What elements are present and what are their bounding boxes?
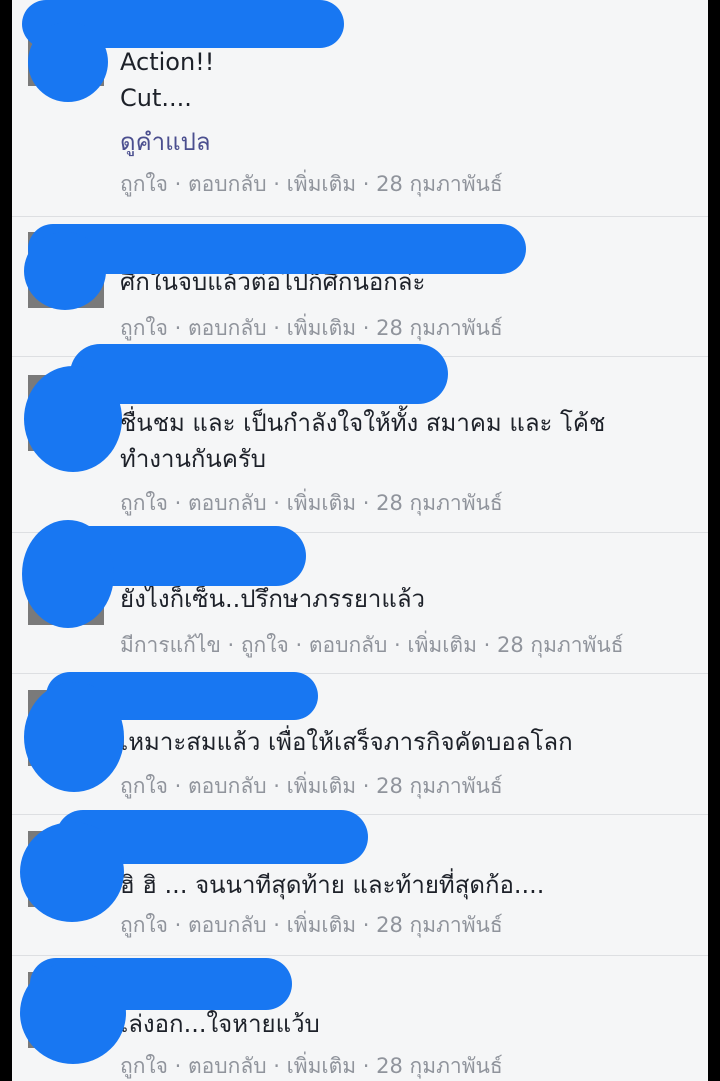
- separator: ·: [266, 316, 287, 340]
- separator: ·: [266, 1054, 287, 1078]
- like-link[interactable]: ถูกใจ: [120, 491, 168, 515]
- separator: ·: [356, 316, 377, 340]
- like-link[interactable]: ถูกใจ: [241, 633, 289, 657]
- more-link[interactable]: เพิ่มเติม: [287, 491, 357, 515]
- more-link[interactable]: เพิ่มเติม: [287, 774, 357, 798]
- redaction-mark: [24, 366, 122, 472]
- more-link[interactable]: เพิ่มเติม: [287, 316, 357, 340]
- more-link[interactable]: เพิ่มเติม: [407, 633, 477, 657]
- reply-link[interactable]: ตอบกลับ: [188, 774, 267, 798]
- edited-link[interactable]: มีการแก้ไข: [120, 633, 221, 657]
- like-link[interactable]: ถูกใจ: [120, 913, 168, 937]
- separator: ·: [168, 491, 189, 515]
- like-link[interactable]: ถูกใจ: [120, 316, 168, 340]
- redaction-mark: [24, 682, 124, 792]
- comment-text-line: ทำงานกันครับ: [120, 445, 267, 473]
- separator: ·: [387, 633, 408, 657]
- comment-actions: ถูกใจ · ตอบกลับ · เพิ่มเติม · 28 กุมภาพั…: [120, 909, 503, 942]
- like-link[interactable]: ถูกใจ: [120, 172, 168, 196]
- separator: ·: [266, 491, 287, 515]
- separator: ·: [168, 316, 189, 340]
- reply-link[interactable]: ตอบกลับ: [188, 1054, 267, 1078]
- comment-actions: มีการแก้ไข · ถูกใจ · ตอบกลับ · เพิ่มเติม…: [120, 629, 624, 662]
- separator: ·: [168, 774, 189, 798]
- comment-actions: ถูกใจ · ตอบกลับ · เพิ่มเติม · 28 กุมภาพั…: [120, 312, 503, 345]
- comment-text-line: Action!!: [120, 48, 215, 76]
- separator: ·: [476, 633, 497, 657]
- separator: ·: [220, 633, 241, 657]
- separator: ·: [168, 913, 189, 937]
- reply-link[interactable]: ตอบกลับ: [309, 633, 388, 657]
- comment-text-line: เหมาะสมแล้ว เพื่อให้เสร็จภารกิจคัดบอลโลก: [120, 728, 573, 756]
- comment-actions: ถูกใจ · ตอบกลับ · เพิ่มเติม · 28 กุมภาพั…: [120, 1050, 503, 1081]
- reply-link[interactable]: ตอบกลับ: [188, 913, 267, 937]
- timestamp-link[interactable]: 28 กุมภาพันธ์: [376, 1054, 503, 1078]
- separator: ·: [356, 1054, 377, 1078]
- separator: ·: [356, 172, 377, 196]
- like-link[interactable]: ถูกใจ: [120, 1054, 168, 1078]
- comment-actions: ถูกใจ · ตอบกลับ · เพิ่มเติม · 28 กุมภาพั…: [120, 168, 503, 201]
- redaction-mark: [24, 232, 106, 310]
- timestamp-link[interactable]: 28 กุมภาพันธ์: [497, 633, 624, 657]
- comment-text-line: ยังไงก็เซ็น..ปรึกษาภรรยาแล้ว: [120, 585, 426, 613]
- separator: ·: [356, 491, 377, 515]
- comment-actions: ถูกใจ · ตอบกลับ · เพิ่มเติม · 28 กุมภาพั…: [120, 487, 503, 520]
- timestamp-link[interactable]: 28 กุมภาพันธ์: [376, 491, 503, 515]
- comment-actions: ถูกใจ · ตอบกลับ · เพิ่มเติม · 28 กุมภาพั…: [120, 770, 503, 803]
- timestamp-link[interactable]: 28 กุมภาพันธ์: [376, 172, 503, 196]
- more-link[interactable]: เพิ่มเติม: [287, 913, 357, 937]
- redaction-mark: [22, 520, 114, 628]
- separator: ·: [266, 172, 287, 196]
- reply-link[interactable]: ตอบกลับ: [188, 316, 267, 340]
- redaction-mark: [70, 344, 448, 404]
- timestamp-link[interactable]: 28 กุมภาพันธ์: [376, 913, 503, 937]
- comment-text-line: เล่งอก...ใจหายแว้บ: [120, 1010, 320, 1038]
- see-translation-link[interactable]: ดูคำแปล: [120, 122, 211, 161]
- redaction-mark: [20, 962, 126, 1064]
- timestamp-link[interactable]: 28 กุมภาพันธ์: [376, 774, 503, 798]
- separator: ·: [168, 1054, 189, 1078]
- separator: ·: [288, 633, 309, 657]
- more-link[interactable]: เพิ่มเติม: [287, 1054, 357, 1078]
- reply-link[interactable]: ตอบกลับ: [188, 491, 267, 515]
- more-link[interactable]: เพิ่มเติม: [287, 172, 357, 196]
- like-link[interactable]: ถูกใจ: [120, 774, 168, 798]
- comment-text-line: ชื่นชม และ เป็นกำลังใจให้ทั้ง สมาคม และ …: [120, 409, 606, 437]
- redaction-mark: [20, 822, 124, 922]
- separator: ·: [356, 774, 377, 798]
- comment-text-line: ฮิ ฮิ ... จนนาทีสุดท้าย และท้ายที่สุดก้อ…: [120, 871, 545, 899]
- comment-text-line: Cut....: [120, 84, 192, 112]
- separator: ·: [266, 913, 287, 937]
- separator: ·: [168, 172, 189, 196]
- redaction-mark: [28, 22, 108, 102]
- reply-link[interactable]: ตอบกลับ: [188, 172, 267, 196]
- separator: ·: [356, 913, 377, 937]
- timestamp-link[interactable]: 28 กุมภาพันธ์: [376, 316, 503, 340]
- separator: ·: [266, 774, 287, 798]
